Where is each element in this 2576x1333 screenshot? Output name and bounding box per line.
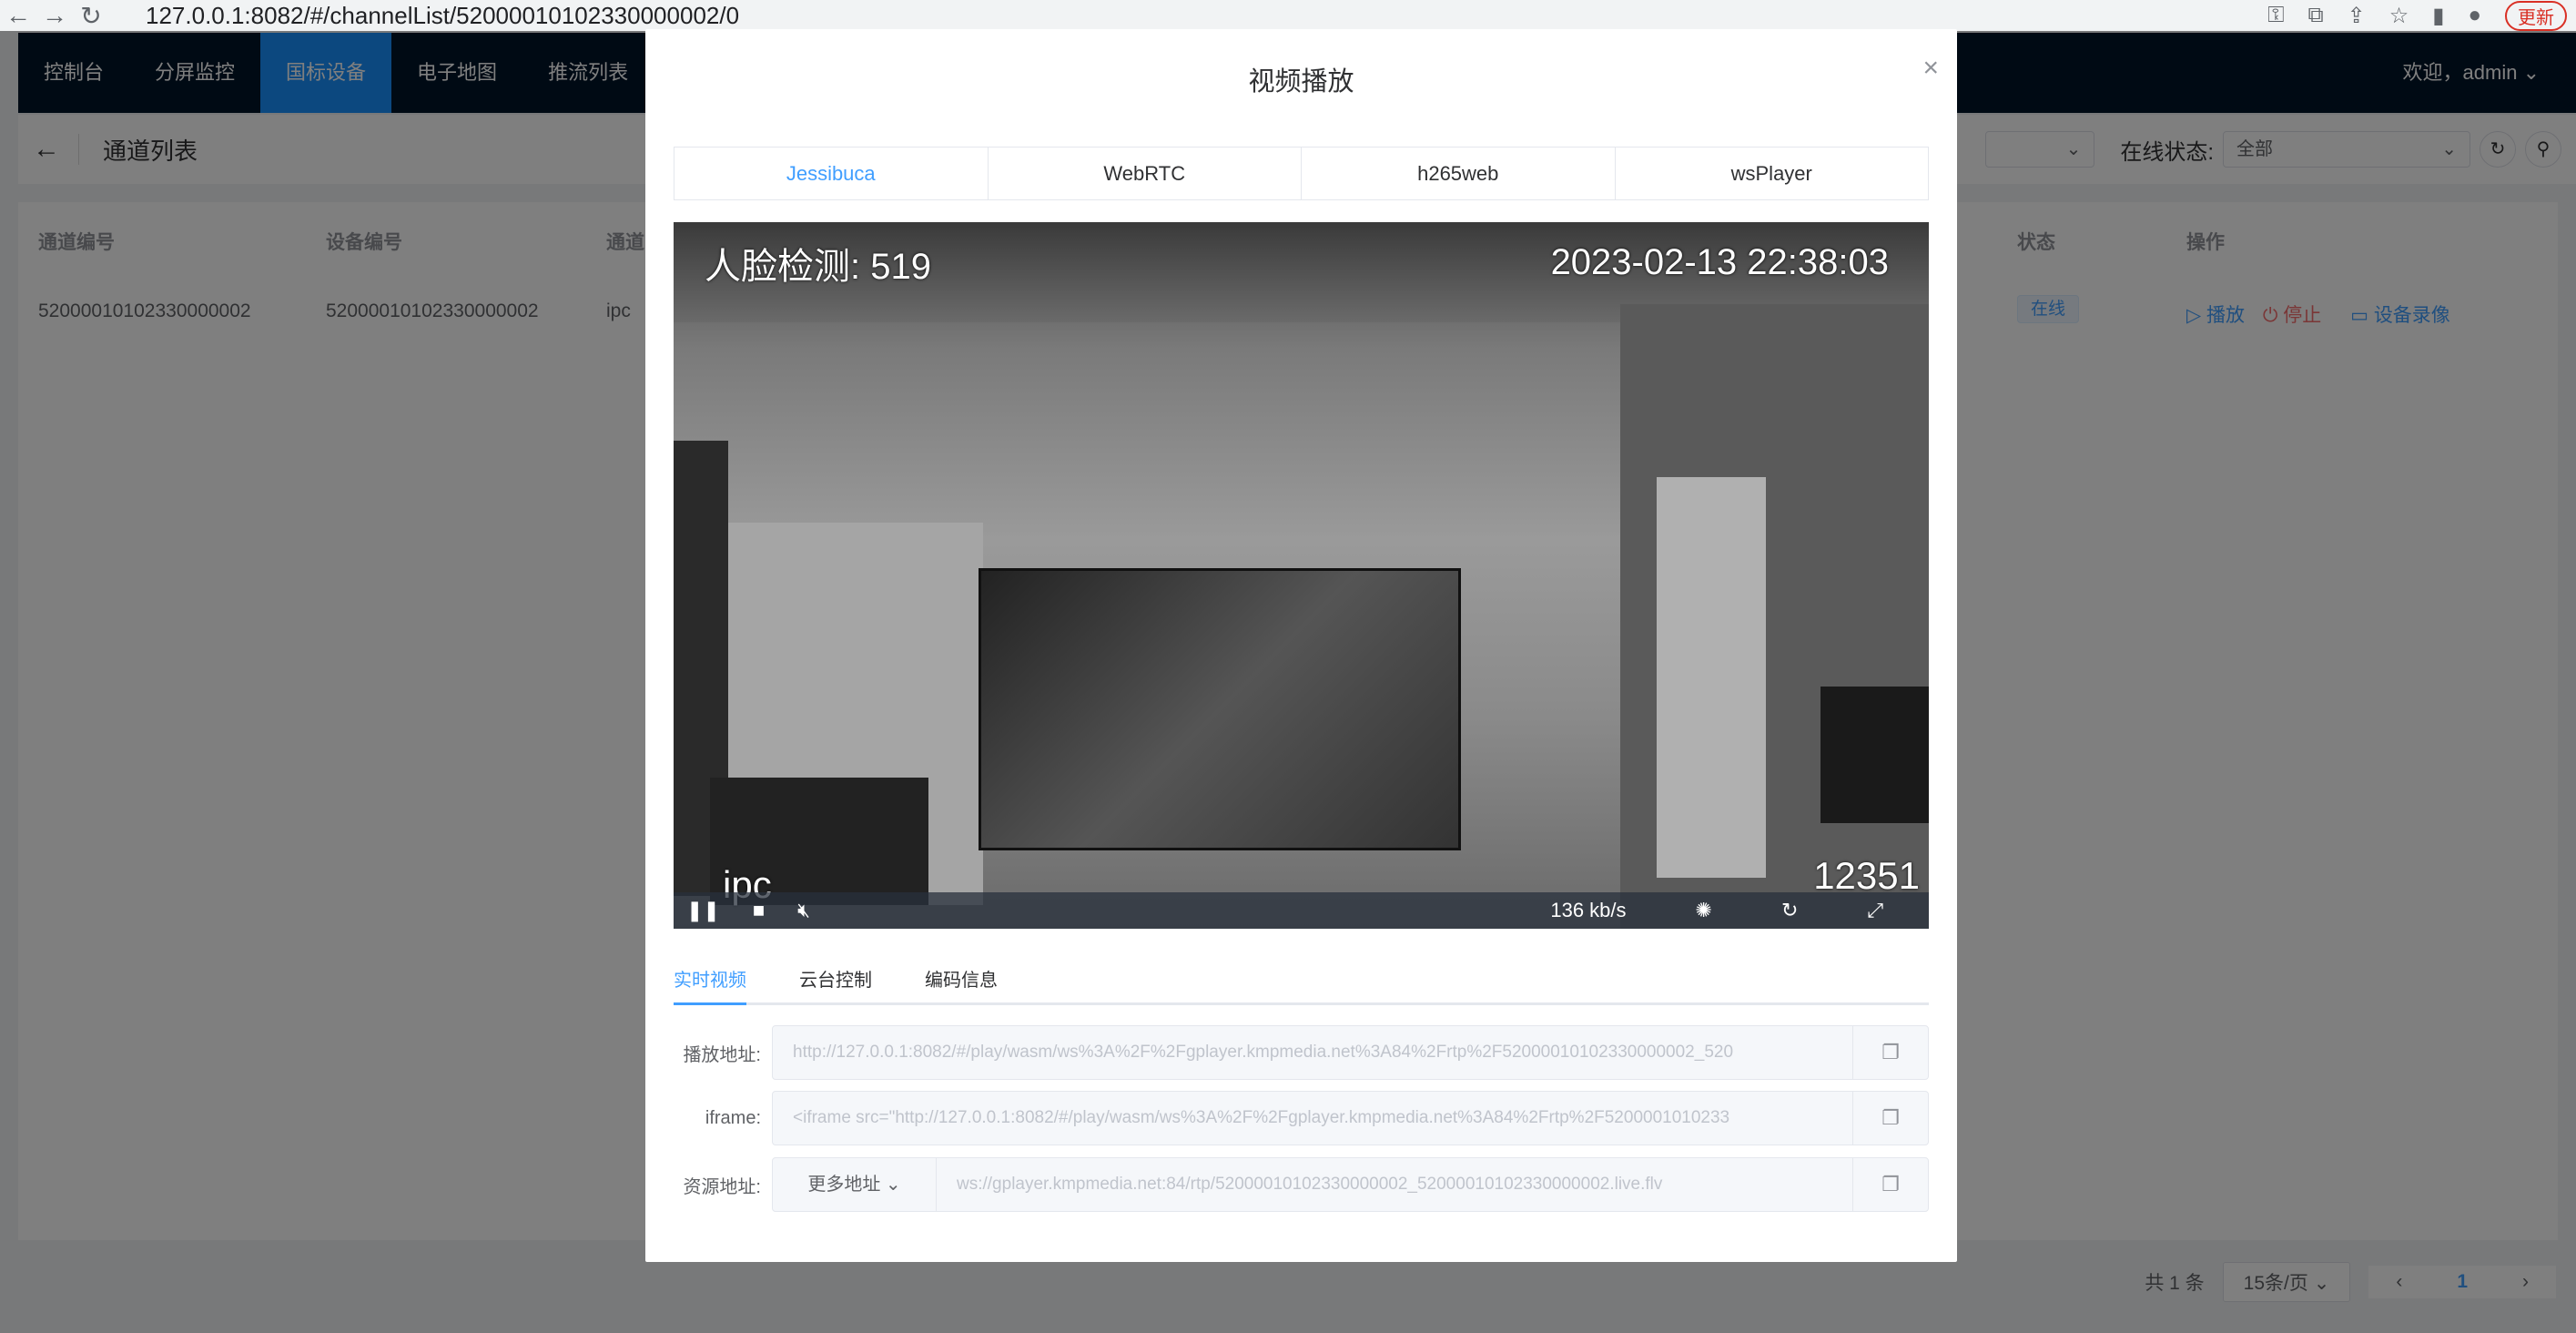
iframe-label: iframe:	[705, 1107, 761, 1128]
dialog-title: 视频播放	[1248, 67, 1354, 97]
source-url-label: 资源地址:	[683, 1176, 761, 1197]
mute-icon[interactable]: 🔇︎	[797, 899, 810, 922]
reload-icon[interactable]: ↻	[1781, 899, 1798, 922]
star-icon[interactable]: ☆	[2389, 3, 2409, 29]
copy-icon[interactable]: ❐	[1852, 1158, 1928, 1211]
video-play-dialog: 视频播放 × Jessibuca WebRTC h265web wsPlayer…	[645, 29, 1957, 1262]
tab-wsplayer[interactable]: wsPlayer	[1616, 148, 1929, 199]
copy-icon[interactable]: ❐	[1852, 1026, 1928, 1079]
monitor-right	[1820, 687, 1929, 823]
door	[1657, 477, 1766, 878]
video-player[interactable]: 人脸检测: 519 2023-02-13 22:38:03 ipc 12351 …	[674, 222, 1929, 929]
play-url-label: 播放地址:	[683, 1044, 761, 1065]
tab-h265web[interactable]: h265web	[1302, 148, 1616, 199]
chevron-down-icon: ⌄	[885, 1175, 901, 1195]
browser-toolbar: ← → ↻ 127.0.0.1:8082/#/channelList/52000…	[0, 0, 2576, 31]
osd-timestamp: 2023-02-13 22:38:03	[1550, 242, 1889, 282]
tab-ptz-control[interactable]: 云台控制	[799, 967, 872, 1005]
close-icon[interactable]: ×	[1922, 53, 1939, 84]
iframe-input[interactable]: <iframe src="http://127.0.0.1:8082/#/pla…	[773, 1108, 1852, 1128]
address-bar[interactable]: 127.0.0.1:8082/#/channelList/52000010102…	[146, 2, 739, 30]
tab-jessibuca[interactable]: Jessibuca	[674, 148, 989, 199]
play-url-input[interactable]: http://127.0.0.1:8082/#/play/wasm/ws%3A%…	[773, 1043, 1852, 1063]
tv-screen	[979, 568, 1461, 850]
pause-icon[interactable]: ❚❚	[686, 899, 720, 922]
share-icon[interactable]: ⇪	[2348, 3, 2366, 29]
bitrate: 136 kb/s	[1550, 899, 1627, 921]
iframe-row: iframe: <iframe src="http://127.0.0.1:80…	[674, 1091, 1929, 1145]
stop-icon[interactable]: ■	[753, 899, 765, 922]
fullscreen-icon[interactable]: ⤢	[1867, 899, 1883, 922]
play-url-row: 播放地址: http://127.0.0.1:8082/#/play/wasm/…	[674, 1025, 1929, 1080]
tab-webrtc[interactable]: WebRTC	[989, 148, 1302, 199]
source-url-row: 资源地址: 更多地址 ⌄ ws://gplayer.kmpmedia.net:84…	[674, 1157, 1929, 1212]
osd-face-count: 人脸检测: 519	[705, 247, 931, 287]
back-icon[interactable]: ←	[0, 1, 36, 30]
more-urls-label: 更多地址	[807, 1175, 881, 1195]
info-tabs: 实时视频 云台控制 编码信息	[674, 967, 1929, 1005]
update-button[interactable]: 更新	[2505, 0, 2567, 31]
tab-live-video[interactable]: 实时视频	[674, 967, 746, 1005]
reload-icon[interactable]: ↻	[73, 1, 109, 31]
source-url-input[interactable]: ws://gplayer.kmpmedia.net:84/rtp/5200001…	[937, 1175, 1852, 1195]
translate-icon[interactable]: ⧉	[2308, 3, 2324, 28]
copy-icon[interactable]: ❐	[1852, 1092, 1928, 1145]
forward-icon[interactable]: →	[36, 1, 73, 30]
screenshot-icon[interactable]: ✺	[1696, 899, 1712, 922]
sidebar-icon[interactable]: ▮	[2432, 3, 2444, 29]
more-urls-dropdown[interactable]: 更多地址 ⌄	[773, 1158, 937, 1211]
player-controls: ❚❚ ■ 🔇︎ 136 kb/s ✺ ↻ ⤢	[674, 892, 1929, 929]
osd-counter: 12351	[1813, 854, 1920, 897]
player-tabs: Jessibuca WebRTC h265web wsPlayer	[674, 147, 1929, 200]
tab-codec-info[interactable]: 编码信息	[925, 967, 998, 1005]
profile-icon[interactable]: ●	[2469, 3, 2482, 28]
key-icon[interactable]: ⚿	[2267, 3, 2284, 28]
